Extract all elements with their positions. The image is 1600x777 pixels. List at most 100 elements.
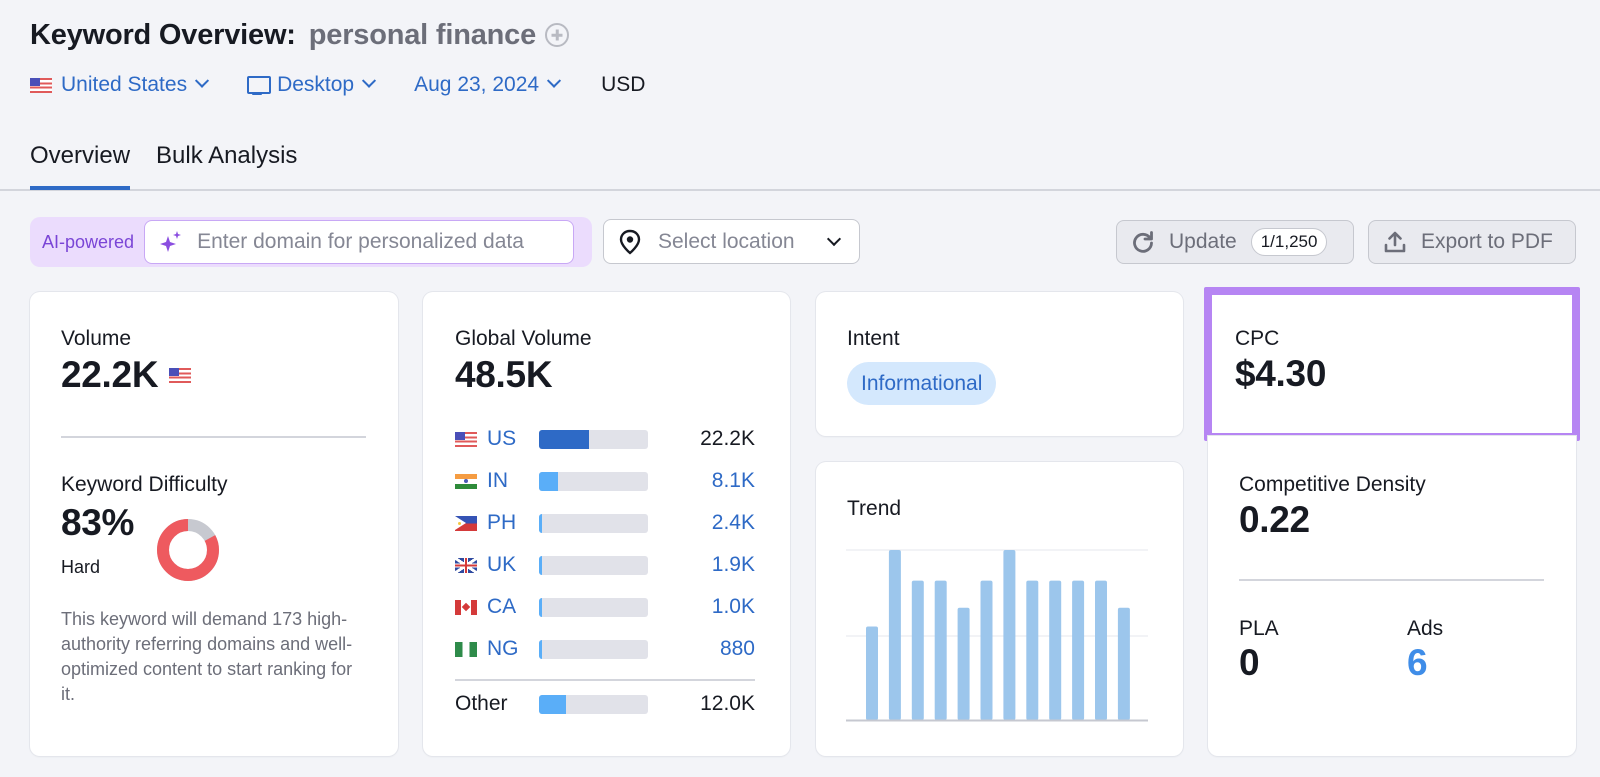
- sparkle-icon: [160, 231, 182, 252]
- header: Keyword Overview: personal finance: [30, 16, 570, 54]
- competitive-density-value: 0.22: [1239, 499, 1310, 540]
- ai-powered-label: AI-powered: [42, 231, 135, 252]
- in-flag-icon: [455, 473, 477, 489]
- upload-icon: [1384, 231, 1406, 253]
- share-bar-fill: [539, 429, 590, 449]
- share-bar-fill: [539, 513, 543, 533]
- country-volume[interactable]: 1.0K: [648, 595, 755, 619]
- filters-row: United States Desktop Aug 23, 2024 USD: [30, 70, 645, 100]
- share-bar-fill: [539, 555, 543, 575]
- date-label: Aug 23, 2024: [414, 73, 540, 96]
- ads-label: Ads: [1407, 617, 1444, 640]
- us-flag-icon: [455, 431, 477, 447]
- update-counter-badge: 1/1,250: [1250, 228, 1328, 256]
- share-bar-track: [539, 471, 648, 491]
- trend-bar[interactable]: [1095, 580, 1107, 720]
- location-select[interactable]: Select location: [603, 219, 860, 264]
- ca-flag-icon: [455, 599, 477, 615]
- country-volume[interactable]: 1.9K: [648, 553, 755, 577]
- pla-label: PLA: [1239, 617, 1279, 640]
- country-code[interactable]: NG: [487, 637, 539, 661]
- trend-bar[interactable]: [1072, 580, 1085, 720]
- country-row-ph[interactable]: PH 2.4K: [455, 511, 755, 535]
- share-bar-fill: [539, 597, 543, 617]
- kd-value: 83%: [61, 502, 135, 543]
- share-bar-track: [539, 555, 648, 575]
- trend-bar[interactable]: [1049, 580, 1062, 720]
- other-label: Other: [455, 692, 508, 715]
- country-row-ca[interactable]: CA 1.0K: [455, 595, 755, 619]
- refresh-icon: [1133, 231, 1153, 253]
- country-volume[interactable]: 8.1K: [648, 469, 755, 493]
- trend-bar[interactable]: [1003, 550, 1016, 720]
- country-volume[interactable]: 880: [648, 637, 755, 661]
- trend-bar[interactable]: [934, 580, 947, 720]
- global-volume-value: 48.5K: [455, 354, 553, 395]
- plus-circle-icon[interactable]: [545, 23, 570, 47]
- device-dropdown[interactable]: Desktop: [247, 73, 377, 97]
- global-volume-card: Global Volume 48.5K US 22.2K IN 8.1K PH …: [423, 292, 790, 756]
- trend-label: Trend: [847, 497, 902, 520]
- export-pdf-button[interactable]: Export to PDF: [1368, 220, 1576, 264]
- share-bar-track: [539, 429, 648, 449]
- trend-bar[interactable]: [980, 580, 993, 720]
- country-code[interactable]: PH: [487, 511, 539, 535]
- keyword-title: personal finance: [308, 18, 537, 51]
- country-label: United States: [61, 73, 188, 96]
- ai-domain-box: AI-powered: [30, 217, 592, 267]
- share-bar-track: [539, 597, 648, 617]
- trend-bar[interactable]: [888, 550, 901, 720]
- chevron-down-icon: [362, 73, 377, 88]
- share-bar-track: [539, 694, 648, 714]
- chevron-down-icon: [826, 231, 842, 247]
- country-code[interactable]: US: [487, 427, 539, 451]
- trend-bars: [866, 550, 1130, 720]
- domain-input[interactable]: [197, 230, 568, 254]
- currency-label: USD: [601, 73, 646, 96]
- trend-chart: [846, 549, 1148, 722]
- location-placeholder: Select location: [658, 229, 795, 253]
- cpc-label: CPC: [1235, 327, 1280, 350]
- chevron-down-icon: [547, 73, 562, 88]
- trend-bar[interactable]: [1026, 580, 1039, 720]
- competitive-density-divider: [1239, 579, 1544, 581]
- country-dropdown[interactable]: United States: [30, 73, 210, 97]
- tab-overview[interactable]: Overview: [30, 138, 131, 190]
- kd-description: This keyword will demand 173 high-author…: [61, 609, 353, 704]
- country-row-in[interactable]: IN 8.1K: [455, 469, 755, 493]
- us-flag-icon: [30, 77, 52, 93]
- volume-value: 22.2K: [61, 354, 159, 395]
- trend-bar[interactable]: [866, 626, 878, 721]
- country-row-other: Other 12.0K: [455, 692, 755, 716]
- kd-level: Hard: [61, 557, 101, 577]
- pla-value: 0: [1239, 642, 1260, 683]
- intent-badge[interactable]: Informational: [847, 362, 997, 405]
- volume-divider: [61, 436, 366, 438]
- trend-bar[interactable]: [911, 580, 924, 720]
- chevron-down-icon: [195, 73, 210, 88]
- kd-donut-chart: [157, 519, 219, 581]
- country-row-uk[interactable]: UK 1.9K: [455, 553, 755, 577]
- country-code[interactable]: UK: [487, 553, 539, 577]
- country-row-us[interactable]: US 22.2K: [455, 427, 755, 451]
- date-dropdown[interactable]: Aug 23, 2024: [414, 73, 562, 97]
- country-row-ng[interactable]: NG 880: [455, 637, 755, 661]
- update-button[interactable]: Update 1/1,250: [1116, 220, 1354, 264]
- share-bar-fill: [539, 694, 567, 714]
- trend-bar[interactable]: [1117, 607, 1130, 720]
- tab-bulk-analysis[interactable]: Bulk Analysis: [156, 138, 297, 190]
- ads-value-link[interactable]: 6: [1407, 642, 1428, 684]
- intent-label: Intent: [847, 327, 900, 350]
- country-code[interactable]: CA: [487, 595, 539, 619]
- volume-value-row: 22.2K: [61, 354, 192, 396]
- device-label: Desktop: [277, 73, 355, 96]
- trend-bar[interactable]: [957, 607, 970, 720]
- volume-label: Volume: [61, 327, 132, 350]
- ph-flag-icon: [455, 515, 477, 531]
- trend-card: Trend: [816, 462, 1183, 756]
- country-volume[interactable]: 2.4K: [648, 511, 755, 535]
- share-bar-fill: [539, 639, 543, 659]
- domain-input-wrapper[interactable]: [144, 220, 575, 264]
- country-volume: 22.2K: [700, 427, 755, 450]
- country-code[interactable]: IN: [487, 469, 539, 493]
